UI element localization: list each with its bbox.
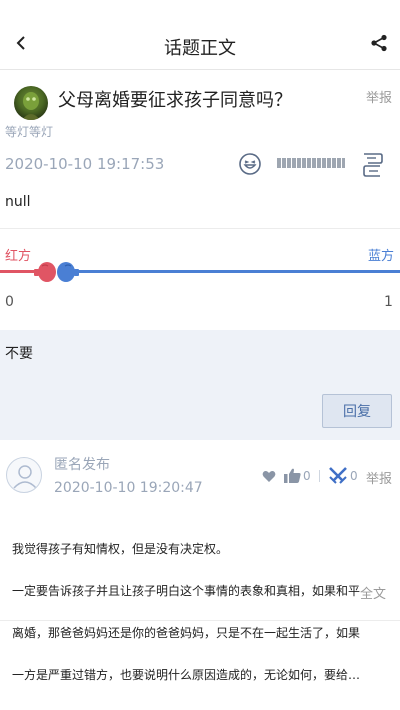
- emoji-icon[interactable]: [238, 152, 262, 176]
- heart-icon[interactable]: [262, 470, 276, 483]
- reply-input[interactable]: 不要: [5, 343, 33, 363]
- red-vote-count: 0: [5, 294, 14, 310]
- blue-side-label: 蓝方: [368, 249, 395, 264]
- page-title: 话题正文: [164, 38, 236, 59]
- topic-timestamp: 2020-10-10 19:17:53: [5, 155, 165, 173]
- separator: [319, 470, 320, 482]
- share-icon: [371, 34, 387, 52]
- comment-line: 一定要告诉孩子并且让孩子明白这个事情的表象和真相，如果和平: [12, 584, 361, 598]
- blue-vote-count: 1: [384, 294, 393, 310]
- comment-line: 离婚，那爸爸妈妈还是你的爸爸妈妈，只是不在一起生活了，如果: [12, 626, 361, 640]
- report-topic-link[interactable]: 举报: [366, 87, 392, 106]
- reply-button[interactable]: 回复: [322, 394, 392, 428]
- rebuttal-count: 0: [350, 469, 358, 483]
- red-side-label: 红方: [5, 249, 32, 264]
- divider: [0, 620, 400, 621]
- default-avatar-icon: [13, 465, 37, 489]
- blue-vote-bar: [78, 270, 400, 273]
- crossed-swords-icon[interactable]: [328, 466, 348, 486]
- commenter-avatar[interactable]: [6, 457, 42, 493]
- share-button[interactable]: [364, 28, 394, 58]
- comment-timestamp: 2020-10-10 19:20:47: [54, 480, 203, 496]
- full-text-link[interactable]: 全文: [360, 583, 386, 602]
- divider: [0, 228, 400, 229]
- red-vote-bar: [0, 270, 38, 273]
- topic-title: 父母离婚要征求孩子同意吗？: [58, 90, 292, 111]
- topic-body: null: [5, 194, 31, 210]
- comment-line: 一方是严重过错方，也要说明什么原因造成的，无论如何，要给…: [12, 668, 361, 682]
- blurred-stats: [277, 158, 345, 168]
- like-count: 0: [303, 469, 311, 483]
- comment-body: 我觉得孩子有知情权，但是没有决定权。 一定要告诉孩子并且让孩子明白这个事情的表象…: [12, 514, 394, 696]
- avatar-image: [22, 92, 40, 120]
- commenter-name: 匿名发布: [54, 457, 110, 473]
- report-comment-link[interactable]: 举报: [366, 468, 392, 487]
- comment-line: 我觉得孩子有知情权，但是没有决定权。: [12, 542, 229, 556]
- author-name[interactable]: 等灯等灯: [5, 123, 53, 140]
- blue-boxing-glove-icon[interactable]: [55, 260, 79, 284]
- thumbs-up-icon[interactable]: [284, 468, 301, 483]
- author-avatar[interactable]: [14, 86, 48, 120]
- comment-icon[interactable]: [360, 152, 384, 178]
